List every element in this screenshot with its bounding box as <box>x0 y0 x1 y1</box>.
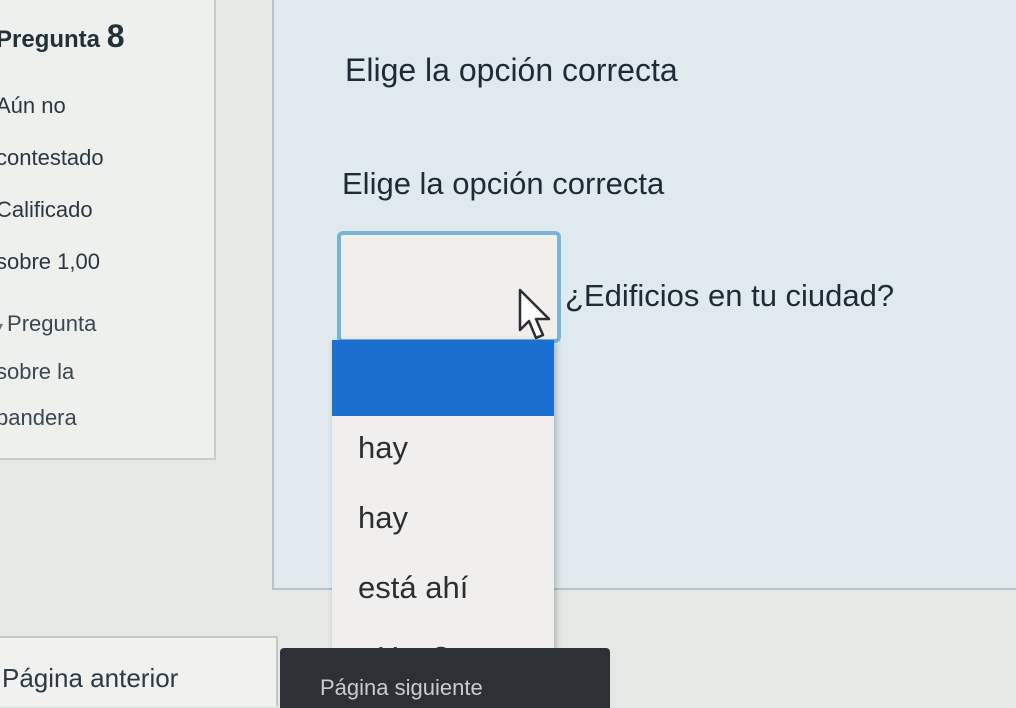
status-line-3: Calificado <box>0 197 93 222</box>
dropdown-option-blank[interactable] <box>332 340 554 416</box>
status-line-1: Aún no <box>0 93 66 118</box>
dropdown-option-hay-2[interactable]: hay <box>358 500 408 536</box>
question-title-prefix: Pregunta <box>0 26 101 53</box>
question-title: Pregunta 8 <box>0 18 124 55</box>
next-page-label: Página siguiente <box>320 675 483 700</box>
question-prompt-1: Elige la opción correcta <box>345 52 678 88</box>
flag-question-link[interactable]: ▾Pregunta sobre la bandera <box>0 301 96 441</box>
status-line-2: contestado <box>0 145 104 170</box>
flag-line-2: sobre la <box>0 359 75 384</box>
previous-page-label: Página anterior <box>2 663 179 693</box>
question-info-panel: Pregunta 8 Aún no contestado Calificado … <box>0 0 216 460</box>
question-number: 8 <box>106 18 125 54</box>
flag-line-1-row: ▾Pregunta <box>0 301 96 349</box>
previous-page-button[interactable]: Página anterior <box>0 636 278 706</box>
flag-icon: ▾ <box>0 303 3 349</box>
question-prompt-2: Elige la opción correcta <box>342 166 665 201</box>
question-text: ¿Edificios en tu ciudad? <box>565 278 895 313</box>
dropdown-option-hay-1[interactable]: hay <box>358 430 408 466</box>
flag-line-3: bandera <box>0 405 77 430</box>
mouse-pointer-icon <box>518 288 551 340</box>
next-page-button[interactable]: Página siguiente <box>280 648 610 708</box>
answer-dropdown-list[interactable]: hay hay está ahí ¿Hay? <box>332 340 554 694</box>
status-line-4: sobre 1,00 <box>0 249 100 274</box>
dropdown-option-esta-ahi[interactable]: está ahí <box>358 570 468 606</box>
flag-line-1: Pregunta <box>7 311 97 336</box>
question-status: Aún no contestado Calificado sobre 1,00 <box>0 80 104 288</box>
